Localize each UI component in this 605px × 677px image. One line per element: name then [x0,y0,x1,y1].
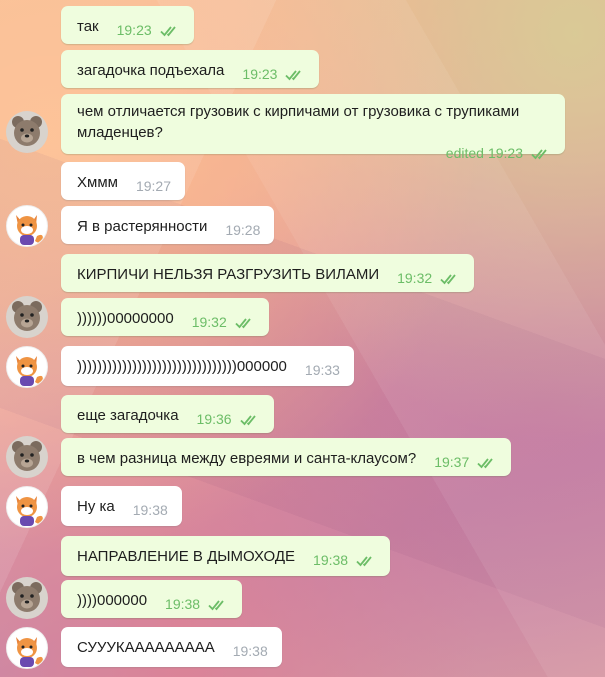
bear-icon [12,301,42,331]
message-text: чем отличается грузовик с кирпичами от г… [77,103,520,141]
message-time: 19:23 [116,22,152,38]
bear-avatar[interactable] [6,296,48,338]
message-meta: 19:32 [397,268,460,289]
double-check-icon [531,148,547,159]
fox-icon [16,496,43,526]
message-text: Ну ка [77,498,115,515]
double-check-icon [285,69,302,80]
message-bubble[interactable]: чем отличается грузовик с кирпичами от г… [61,94,565,161]
bear-avatar[interactable] [6,577,48,619]
message-meta: 19:27 [136,176,171,197]
message-bubble[interactable]: Ну ка 19:38 [61,486,182,526]
edited-label: edited [445,145,484,161]
message-text: ))))))))))))))))))))))))))))))))000000 [77,358,287,375]
message-time: 19:27 [135,178,171,194]
message-time: 19:33 [304,362,340,378]
message-text: так [77,18,99,35]
double-check-icon [477,457,493,468]
message-bubble[interactable]: ))))))))))))))))))))))))))))))))000000 1… [61,346,354,386]
message-meta: 19:38 [165,594,228,615]
double-check-icon [235,317,251,328]
message-meta: 19:28 [225,220,260,241]
bear-icon [12,582,42,612]
message-meta: edited 19:23 [77,143,551,164]
message-bubble[interactable]: еще загадочка 19:36 [61,395,274,433]
message-bubble[interactable]: Хммм 19:27 [61,162,185,200]
message-meta: 19:32 [192,312,255,333]
message-text: СУУУКААААААААА [77,639,215,656]
message-bubble[interactable]: ))))))00000000 19:32 [61,298,269,336]
double-check-icon [440,273,456,284]
message-bubble[interactable]: так 19:23 [61,6,194,44]
fox-icon [16,637,43,667]
bear-avatar[interactable] [6,111,48,153]
message-text: НАПРАВЛЕНИЕ В ДЫМОХОДЕ [77,548,296,565]
message-text: в чем разница между евреями и санта-клау… [77,450,417,467]
fox-icon [16,215,43,245]
message-meta: 19:23 [242,64,305,85]
message-time: 19:38 [313,552,349,568]
message-text: ))))000000 [77,592,148,609]
message-text: еще загадочка [77,407,179,424]
bear-avatar[interactable] [6,436,48,478]
message-time: 19:23 [242,66,278,82]
message-meta: 19:38 [233,641,268,662]
fox-avatar[interactable] [6,346,48,388]
message-bubble[interactable]: Я в растерянности 19:28 [61,206,275,244]
double-check-icon [208,599,224,610]
message-bubble[interactable]: загадочка подъехала 19:23 [61,50,320,88]
message-meta: 19:37 [434,452,497,473]
message-bubble[interactable]: СУУУКААААААААА 19:38 [61,627,282,667]
bear-icon [12,116,42,146]
fox-avatar[interactable] [6,486,48,528]
message-time: 19:28 [225,222,261,238]
message-text: Я в растерянности [77,218,208,235]
message-time: 19:37 [434,454,470,470]
bear-icon [12,441,42,471]
double-check-icon [160,25,176,36]
message-bubble[interactable]: ))))000000 19:38 [61,580,243,618]
message-time: 19:38 [132,502,168,518]
message-bubble[interactable]: КИРПИЧИ НЕЛЬЗЯ РАЗГРУЗИТЬ ВИЛАМИ 19:32 [61,254,475,292]
message-time: 19:32 [191,314,227,330]
message-text: КИРПИЧИ НЕЛЬЗЯ РАЗГРУЗИТЬ ВИЛАМИ [77,266,380,283]
fox-avatar[interactable] [6,205,48,247]
fox-icon [16,356,43,386]
fox-avatar[interactable] [6,627,48,669]
message-time: 19:38 [165,596,201,612]
message-text: загадочка подъехала [77,62,225,79]
message-time: 19:32 [397,270,433,286]
message-text: Хммм [77,174,118,191]
message-text: ))))))00000000 [77,310,174,327]
message-meta: 19:33 [305,360,340,381]
message-meta: 19:36 [197,409,260,430]
message-bubble[interactable]: НАПРАВЛЕНИЕ В ДЫМОХОДЕ 19:38 [61,536,391,576]
double-check-icon [356,555,372,566]
message-time: 19:23 [487,145,523,161]
message-time: 19:38 [232,643,268,659]
message-meta: 19:38 [133,500,168,521]
double-check-icon [239,414,256,425]
message-time: 19:36 [196,411,232,427]
message-bubble[interactable]: в чем разница между евреями и санта-клау… [61,438,512,476]
message-meta: 19:38 [313,550,376,571]
message-meta: 19:23 [117,20,180,41]
